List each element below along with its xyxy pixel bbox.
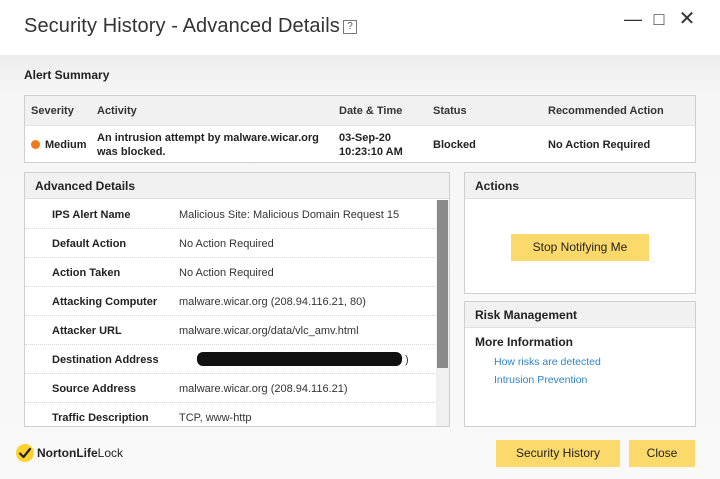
- alert-summary-title: Alert Summary: [24, 68, 110, 82]
- detail-value: ): [405, 354, 409, 366]
- alert-date: 03-Sep-20: [339, 132, 391, 144]
- stop-notifying-button[interactable]: Stop Notifying Me: [511, 234, 649, 261]
- risk-management-title: Risk Management: [465, 302, 695, 328]
- column-header-severity: Severity: [31, 105, 74, 117]
- detail-value: Malicious Site: Malicious Domain Request…: [179, 209, 400, 221]
- detail-value: No Action Required: [179, 238, 274, 250]
- help-icon[interactable]: ?: [343, 20, 357, 34]
- title-bar: Security History - Advanced Details ? — …: [0, 0, 720, 55]
- detail-row: Default Action No Action Required: [25, 229, 435, 258]
- alert-summary-table: Severity Activity Date & Time Status Rec…: [24, 95, 696, 163]
- column-header-recommended-action: Recommended Action: [548, 105, 664, 117]
- detail-row: Attacking Computer malware.wicar.org (20…: [25, 287, 435, 316]
- detail-row: IPS Alert Name Malicious Site: Malicious…: [25, 200, 435, 229]
- detail-value: malware.wicar.org (208.94.116.21): [179, 383, 348, 395]
- detail-label: Source Address: [52, 383, 136, 395]
- advanced-details-panel: Advanced Details IPS Alert Name Maliciou…: [24, 172, 450, 427]
- security-history-button[interactable]: Security History: [496, 440, 620, 467]
- detail-row: Traffic Description TCP, www-http: [25, 403, 435, 426]
- close-icon[interactable]: ✕: [676, 8, 698, 30]
- link-how-risks-detected[interactable]: How risks are detected: [494, 356, 601, 368]
- window-title: Security History - Advanced Details: [24, 15, 340, 37]
- detail-label: Attacking Computer: [52, 296, 158, 308]
- alert-time: 10:23:10 AM: [339, 146, 403, 158]
- column-header-date-time: Date & Time: [339, 105, 403, 117]
- vertical-scrollbar[interactable]: [436, 200, 449, 426]
- link-intrusion-prevention[interactable]: Intrusion Prevention: [494, 374, 587, 386]
- detail-row: Source Address malware.wicar.org (208.94…: [25, 374, 435, 403]
- recommended-action-value: No Action Required: [548, 139, 651, 151]
- activity-line-2: was blocked.: [97, 146, 166, 158]
- minimize-icon[interactable]: —: [622, 8, 644, 30]
- detail-row: Attacker URL malware.wicar.org/data/vlc_…: [25, 316, 435, 345]
- scrollbar-thumb[interactable]: [437, 200, 448, 368]
- logo-wordmark: NortonLifeLock: [37, 446, 124, 460]
- advanced-details-list[interactable]: IPS Alert Name Malicious Site: Malicious…: [25, 200, 435, 426]
- advanced-details-title: Advanced Details: [25, 173, 449, 199]
- activity-line-1: An intrusion attempt by malware.wicar.or…: [97, 132, 319, 144]
- column-header-activity: Activity: [97, 105, 137, 117]
- risk-management-panel: Risk Management More Information How ris…: [464, 301, 696, 427]
- actions-title: Actions: [465, 173, 695, 199]
- detail-label: Default Action: [52, 238, 127, 250]
- table-header: Severity Activity Date & Time Status Rec…: [25, 96, 695, 126]
- actions-panel: Actions Stop Notifying Me: [464, 172, 696, 294]
- status-value: Blocked: [433, 139, 476, 151]
- severity-value: Medium: [45, 139, 87, 151]
- detail-value: malware.wicar.org/data/vlc_amv.html: [179, 325, 359, 337]
- redaction-bar: [197, 352, 402, 366]
- detail-label: IPS Alert Name: [52, 209, 131, 221]
- detail-label: Attacker URL: [52, 325, 122, 337]
- column-header-status: Status: [433, 105, 467, 117]
- close-button[interactable]: Close: [629, 440, 695, 467]
- detail-value: malware.wicar.org (208.94.116.21, 80): [179, 296, 366, 308]
- detail-label: Destination Address: [52, 354, 159, 366]
- detail-label: Traffic Description: [52, 412, 149, 424]
- detail-row: Destination Address ): [25, 345, 435, 374]
- more-information-heading: More Information: [475, 335, 573, 349]
- detail-value: TCP, www-http: [179, 412, 252, 424]
- detail-label: Action Taken: [52, 267, 121, 279]
- checkmark-logo-icon: [16, 444, 34, 462]
- severity-dot-icon: [31, 140, 40, 149]
- detail-row: Action Taken No Action Required: [25, 258, 435, 287]
- maximize-icon[interactable]: □: [648, 8, 670, 30]
- detail-value: No Action Required: [179, 267, 274, 279]
